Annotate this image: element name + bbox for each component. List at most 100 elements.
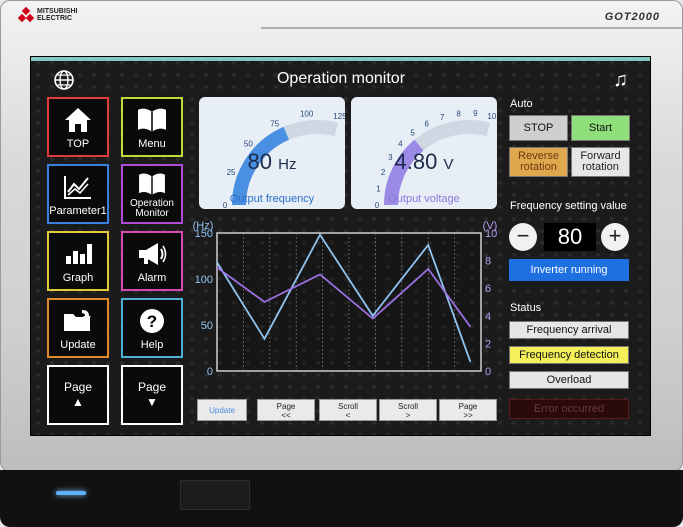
brand-name-line2: ELECTRIC bbox=[37, 15, 72, 22]
y-right-tick-label: 6 bbox=[485, 283, 491, 295]
chart-update-button[interactable]: Update bbox=[197, 399, 247, 421]
nav-alarm-button[interactable]: Alarm bbox=[121, 231, 183, 291]
nav-operation-monitor-button[interactable]: Operation Monitor bbox=[121, 164, 183, 224]
nav-graph-label: Graph bbox=[62, 272, 94, 284]
chart-scroll-back-button[interactable]: Scroll < bbox=[319, 399, 377, 421]
voltage-gauge-tick-label: 4 bbox=[398, 140, 403, 149]
voltage-gauge-tick-label: 5 bbox=[410, 128, 415, 137]
music-note-icon[interactable]: ♫ bbox=[613, 69, 628, 91]
mitsubishi-logo-icon bbox=[17, 6, 35, 23]
nav-update-label: Update bbox=[60, 339, 96, 351]
frequency-gauge-tick-label: 50 bbox=[244, 140, 253, 149]
nav-help-button[interactable]: ? Help bbox=[121, 298, 183, 358]
screen-top-stripe bbox=[31, 57, 650, 61]
brand-name-line1: MITSUBISHI bbox=[37, 8, 78, 15]
frequency-setting-value[interactable]: 80 bbox=[544, 223, 596, 251]
frequency-setting-label: Frequency setting value bbox=[510, 200, 627, 212]
hmi-screen: Operation monitor ♫ TOP Menu Parameter1 … bbox=[30, 56, 651, 436]
stop-button[interactable]: STOP bbox=[509, 115, 568, 141]
output-voltage-gauge: 0 1 2 3 4 5 6 7 8 9 10 4.80 V Output voltage bbox=[351, 97, 497, 209]
y-right-tick-label: 8 bbox=[485, 256, 491, 268]
increase-button[interactable]: + bbox=[601, 223, 629, 251]
megaphone-icon bbox=[139, 243, 167, 265]
status-frequency-detection: Frequency detection bbox=[509, 346, 629, 364]
chart-page-back-line2: << bbox=[281, 411, 291, 420]
frequency-gauge-tick-label: 125 bbox=[333, 112, 345, 121]
frequency-gauge-tick-label: 75 bbox=[270, 119, 279, 128]
status-overload: Overload bbox=[509, 371, 629, 389]
nav-graph-button[interactable]: Graph bbox=[47, 231, 109, 291]
chart-page-forward-line2: >> bbox=[463, 411, 473, 420]
voltage-gauge-tick-label: 9 bbox=[473, 109, 478, 118]
page-title: Operation monitor bbox=[276, 70, 406, 87]
nav-operation-monitor-label-line2: Monitor bbox=[135, 208, 169, 219]
output-frequency-value-row: 80 Hz bbox=[199, 149, 345, 175]
chart-scroll-forward-line1: Scroll bbox=[397, 402, 418, 411]
nav-parameter1-button[interactable]: Parameter1 bbox=[47, 164, 109, 224]
trend-chart: (Hz) (V)1501005001086420 bbox=[193, 220, 498, 378]
y-right-tick-label: 2 bbox=[485, 338, 491, 350]
start-button[interactable]: Start bbox=[571, 115, 630, 141]
device-slot bbox=[180, 480, 250, 510]
bar-chart-icon bbox=[66, 244, 92, 264]
forward-rotation-line2: rotation bbox=[582, 161, 619, 173]
inverter-running-indicator: Inverter running bbox=[509, 259, 629, 281]
reverse-rotation-button[interactable]: Reverse rotation bbox=[509, 147, 568, 177]
chart-scroll-forward-line2: > bbox=[405, 411, 411, 420]
nav-operation-monitor-label: Operation Monitor bbox=[123, 199, 181, 219]
globe-icon[interactable] bbox=[53, 69, 75, 91]
nav-menu-button[interactable]: Menu bbox=[121, 97, 183, 157]
nav-parameter1-label: Parameter1 bbox=[49, 205, 107, 217]
bezel-stripe bbox=[261, 27, 682, 29]
chart-scroll-back-line1: Scroll bbox=[337, 402, 358, 411]
brand: MITSUBISHI ELECTRIC bbox=[17, 6, 78, 23]
y-left-tick-label: 150 bbox=[195, 228, 213, 240]
nav-top-label: TOP bbox=[66, 138, 90, 150]
page-up-icon: ▲ bbox=[72, 395, 84, 409]
book-icon bbox=[138, 108, 166, 132]
nav-page-up-button[interactable]: Page ▲ bbox=[47, 365, 109, 425]
output-frequency-caption: Output frequency bbox=[229, 193, 315, 205]
graph-line-icon bbox=[64, 176, 91, 199]
chart-page-back-button[interactable]: Page << bbox=[257, 399, 315, 421]
chart-page-forward-line1: Page bbox=[458, 402, 478, 411]
nav-page-down-label: Page bbox=[137, 380, 167, 394]
home-icon bbox=[65, 108, 91, 132]
status-error-occurred: Error occurred bbox=[509, 399, 629, 419]
output-voltage-value: 4.80 bbox=[394, 149, 438, 174]
svg-text:?: ? bbox=[147, 312, 157, 331]
chart-scroll-forward-button[interactable]: Scroll > bbox=[379, 399, 437, 421]
model-label: GOT2000 bbox=[604, 11, 660, 23]
device-base bbox=[0, 470, 683, 527]
decrease-button[interactable]: − bbox=[509, 223, 537, 251]
y-left-tick-label: 0 bbox=[207, 366, 213, 378]
nav-alarm-label: Alarm bbox=[137, 272, 167, 284]
page-down-icon: ▼ bbox=[146, 395, 158, 409]
output-frequency-value: 80 bbox=[247, 149, 272, 174]
frequency-stepper: − 80 + bbox=[509, 223, 629, 251]
status-label: Status bbox=[510, 302, 542, 314]
y-left-tick-label: 100 bbox=[195, 274, 213, 286]
chart-update-label: Update bbox=[209, 406, 235, 415]
nav-page-up-label: Page bbox=[63, 380, 93, 394]
status-frequency-arrival: Frequency arrival bbox=[509, 321, 629, 339]
nav-top-button[interactable]: TOP bbox=[47, 97, 109, 157]
power-led bbox=[56, 491, 86, 495]
reverse-rotation-line2: rotation bbox=[520, 161, 557, 173]
nav-page-down-button[interactable]: Page ▼ bbox=[121, 365, 183, 425]
nav-help-label: Help bbox=[140, 339, 164, 351]
y-right-tick-label: 0 bbox=[485, 366, 491, 378]
folder-icon bbox=[64, 310, 91, 331]
chart-scroll-back-line2: < bbox=[345, 411, 351, 420]
chart-page-forward-button[interactable]: Page >> bbox=[439, 399, 497, 421]
forward-rotation-button[interactable]: Forward rotation bbox=[571, 147, 630, 177]
output-frequency-unit: Hz bbox=[278, 156, 297, 173]
nav-update-button[interactable]: Update bbox=[47, 298, 109, 358]
y-left-tick-label: 50 bbox=[201, 320, 213, 332]
frequency-gauge-tick-label: 100 bbox=[300, 110, 314, 119]
voltage-gauge-tick-label: 10 bbox=[487, 112, 496, 121]
help-icon: ? bbox=[140, 309, 164, 333]
auto-label: Auto bbox=[510, 98, 533, 110]
voltage-gauge-tick-label: 8 bbox=[456, 110, 461, 119]
y-right-tick-label: 4 bbox=[485, 311, 491, 323]
